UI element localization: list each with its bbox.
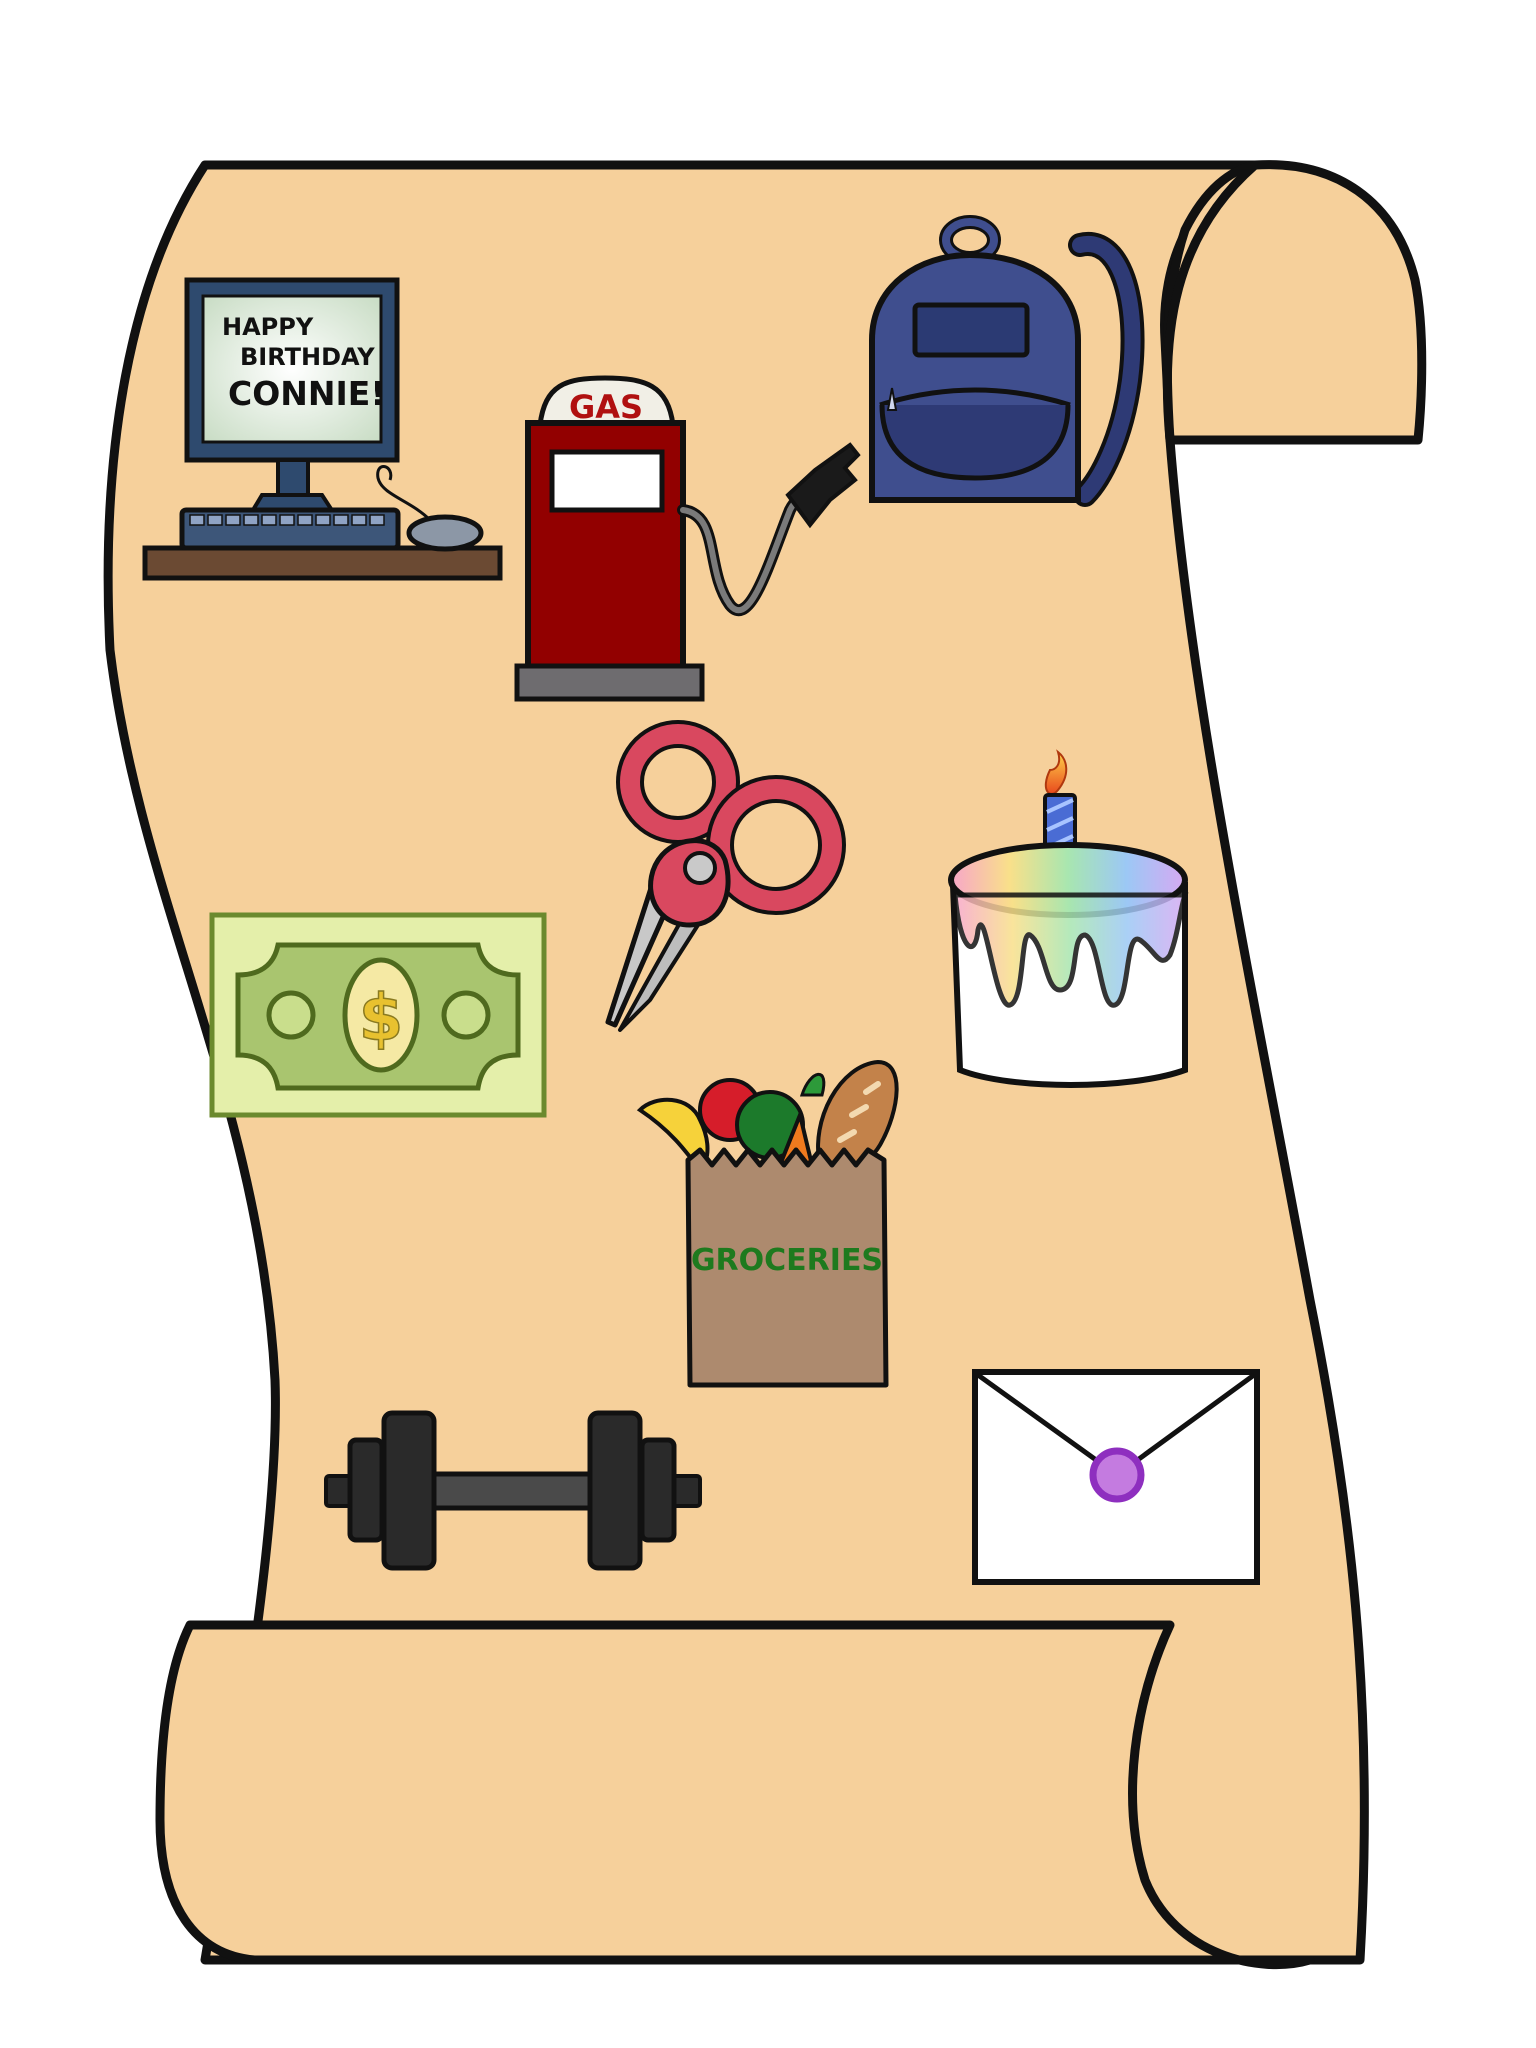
mouse-icon	[406, 514, 484, 552]
dollar-sign: $	[359, 982, 404, 1056]
dollar-bill-icon: $	[209, 912, 547, 1118]
groceries-label: GROCERIES	[691, 1243, 883, 1278]
screen-text-line1: HAPPY	[222, 313, 314, 341]
screen-text-line2: BIRTHDAY	[240, 343, 375, 371]
scroll-top-curl	[1162, 160, 1427, 445]
screen-text-line3: CONNIE!	[228, 374, 385, 413]
envelope-icon	[972, 1369, 1260, 1585]
todo-scroll-illustration: HAPPY BIRTHDAY CONNIE! GAS $ GROCERIES	[103, 160, 1427, 1970]
